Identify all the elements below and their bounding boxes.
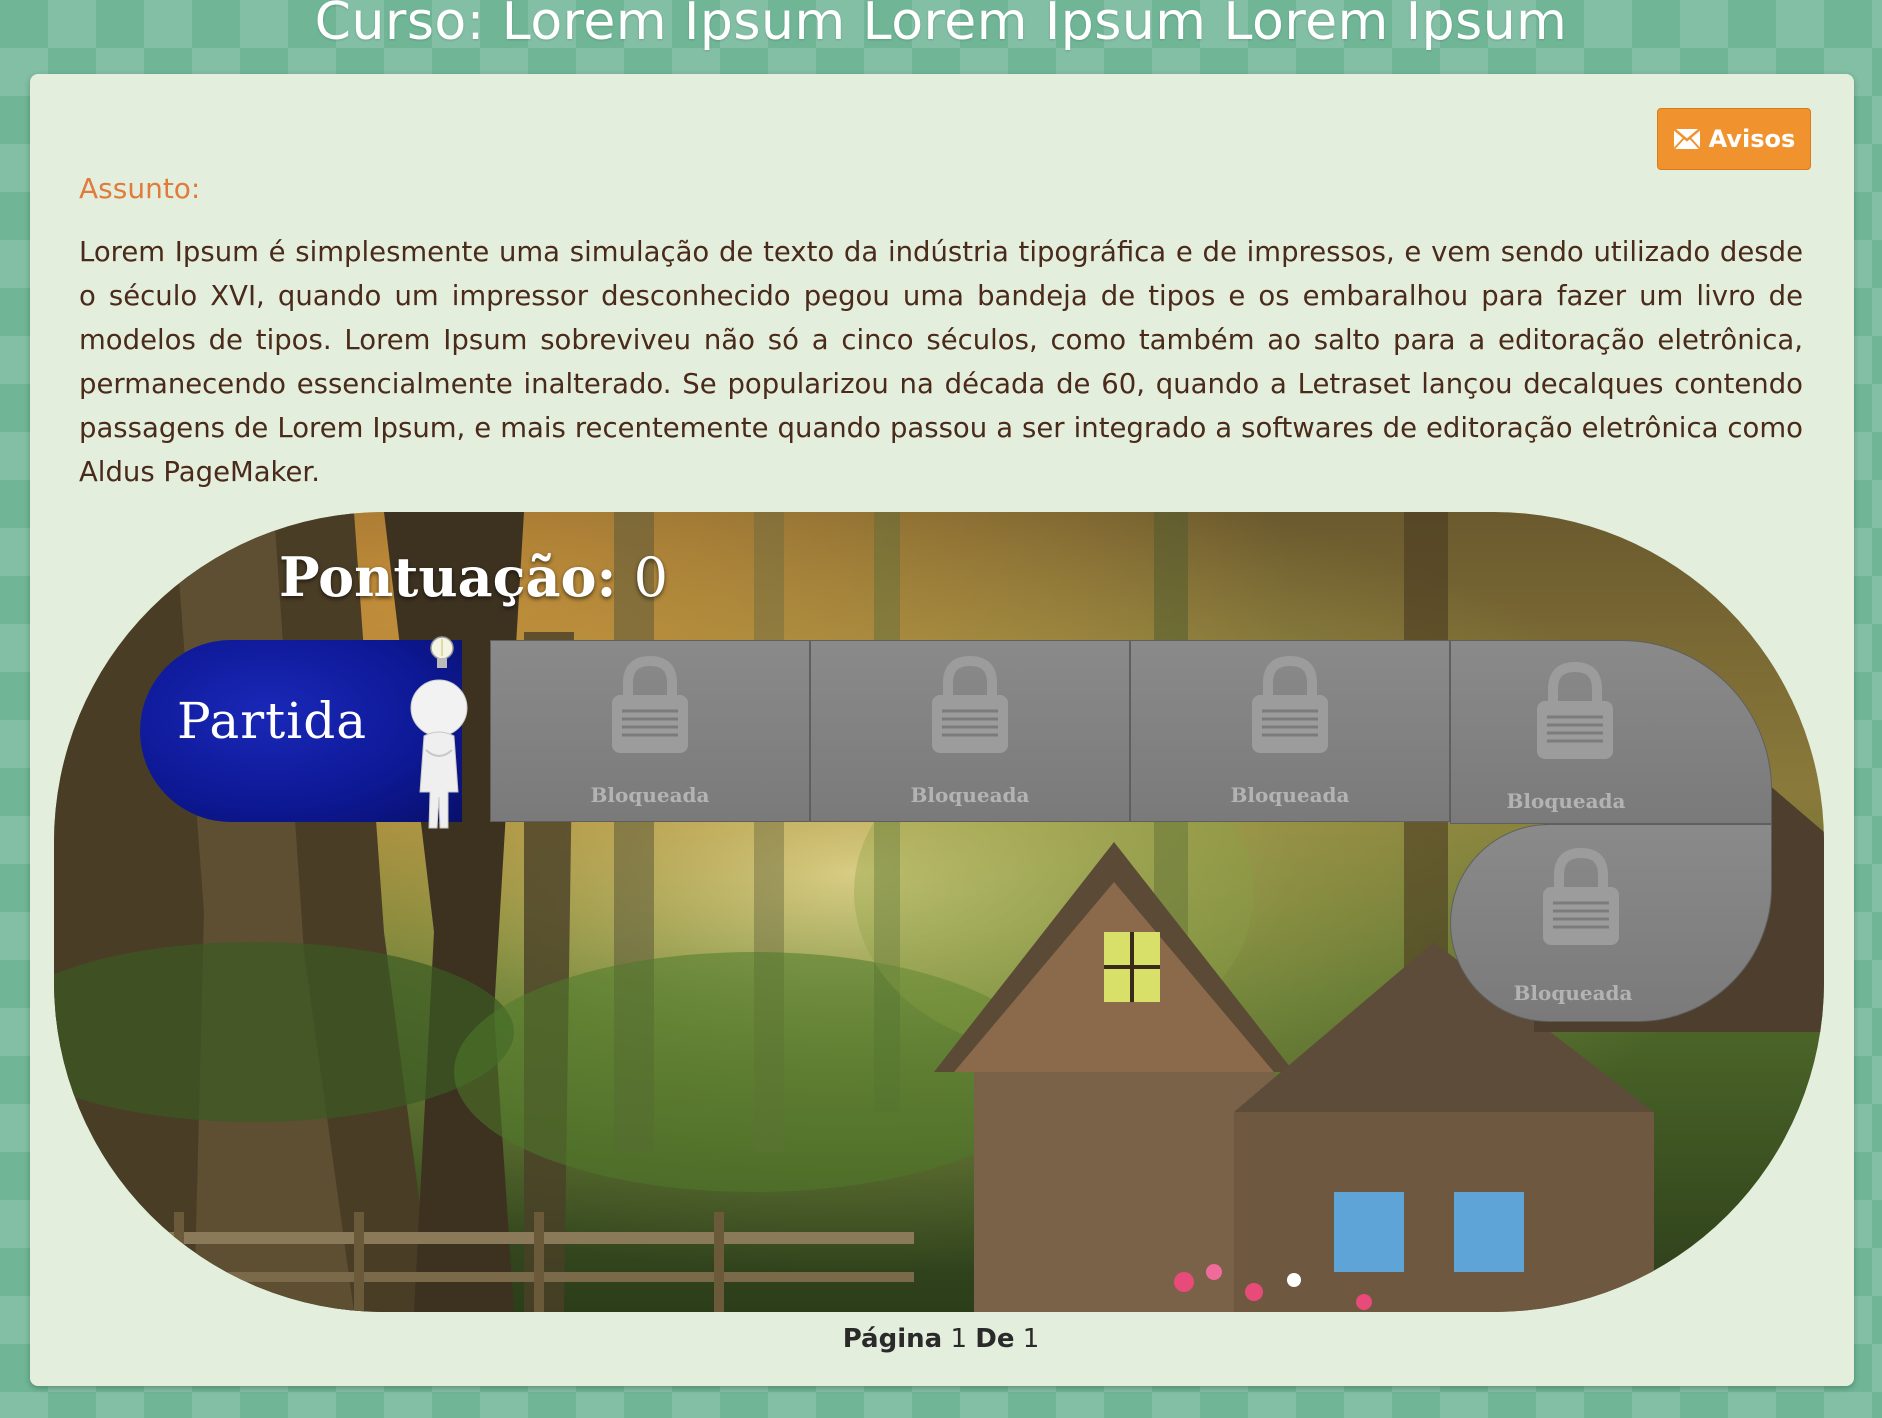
page-of-label: De xyxy=(975,1324,1015,1354)
stage-label: Bloqueada xyxy=(1513,981,1633,1005)
stage-tile-2[interactable]: Bloqueada xyxy=(810,640,1130,822)
game-board: Pontuação: 0 Partida Bloqueada Bloqueada… xyxy=(54,512,1824,1312)
stage-tile-1[interactable]: Bloqueada xyxy=(490,640,810,822)
start-label: Partida xyxy=(177,692,368,750)
lock-icon xyxy=(610,655,690,759)
page-title: Curso: Lorem Ipsum Lorem Ipsum Lorem Ips… xyxy=(314,0,1568,52)
avisos-button[interactable]: Avisos xyxy=(1657,108,1811,170)
lightbulb-icon xyxy=(430,636,454,668)
score-display: Pontuação: 0 xyxy=(279,545,668,609)
subject-label: Assunto: xyxy=(79,172,201,205)
page-total: 1 xyxy=(1022,1324,1040,1354)
avisos-label: Avisos xyxy=(1708,125,1796,153)
envelope-icon xyxy=(1672,128,1701,150)
subject-text: Lorem Ipsum é simplesmente uma simulação… xyxy=(79,236,1803,488)
stage-label: Bloqueada xyxy=(590,783,710,807)
lock-icon xyxy=(1541,847,1621,951)
lock-icon xyxy=(930,655,1010,759)
lock-icon xyxy=(1535,661,1615,765)
score-label: Pontuação: xyxy=(279,545,617,609)
stage-tile-3[interactable]: Bloqueada xyxy=(1130,640,1450,822)
page-current: 1 xyxy=(950,1324,967,1354)
stage-label: Bloqueada xyxy=(910,783,1030,807)
lock-icon xyxy=(1250,655,1330,759)
player-figure-icon xyxy=(404,632,474,836)
stage-label: Bloqueada xyxy=(1506,789,1626,813)
score-value: 0 xyxy=(633,546,668,609)
page-label: Página xyxy=(842,1324,943,1354)
main-panel: Avisos Assunto: Lorem Ipsum é simplesmen… xyxy=(30,74,1854,1386)
pagination: Página 1 De 1 xyxy=(0,1324,1882,1354)
stage-label: Bloqueada xyxy=(1230,783,1350,807)
